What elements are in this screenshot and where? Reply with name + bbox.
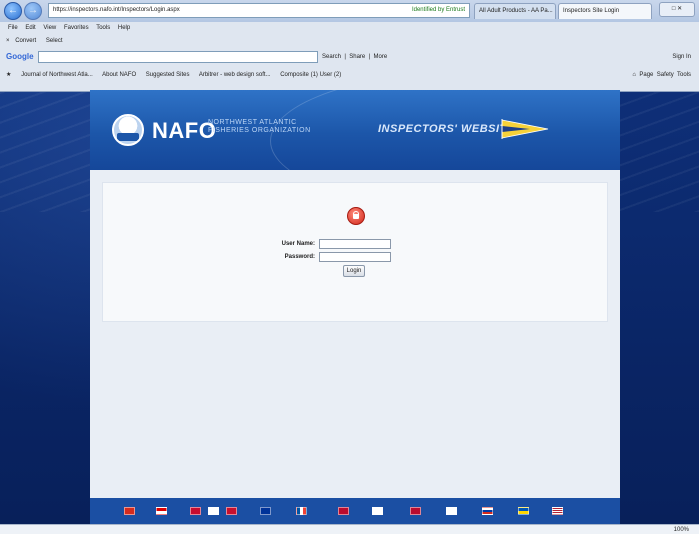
google-search-input[interactable] [38,51,318,63]
favorite-link[interactable]: Journal of Northwest Atla... [21,72,93,78]
usa-flag-icon[interactable] [552,507,563,515]
menu-favorites[interactable]: Favorites [64,25,89,31]
address-url: https://inspectors.nafo.int/Inspectors/L… [53,7,180,13]
tab-label: Inspectors Site Login [563,8,620,14]
russia-flag-icon[interactable] [482,507,493,515]
favorite-link[interactable]: Suggested Sites [146,72,190,78]
norway-flag-icon[interactable] [410,507,421,515]
google-signin-link[interactable]: Sign In [672,48,691,66]
convert-button[interactable]: Convert [15,38,36,44]
page-menu[interactable]: Page [639,72,653,78]
greenland-flag-icon[interactable] [226,507,237,515]
certificate-label[interactable]: Identified by Entrust [412,4,465,17]
home-icon[interactable]: ⌂ [632,72,636,78]
pennant-flag-icon [501,119,549,139]
tools-menu[interactable]: Tools [677,72,691,78]
zoom-level[interactable]: 100% [674,527,689,533]
browser-tabbar: ← → https://inspectors.nafo.int/Inspecto… [0,0,699,22]
google-buttons: Search | Share | More [322,54,388,60]
browser-chrome: ← → https://inspectors.nafo.int/Inspecto… [0,0,699,92]
login-button[interactable]: Login [343,265,365,277]
username-row: User Name: [269,239,429,250]
tab-label: All Adult Products - AA Pa... [479,8,553,14]
favorite-link[interactable]: About NAFO [102,72,136,78]
google-share-button[interactable]: Share [349,54,365,60]
tab-adult-products[interactable]: All Adult Products - AA Pa... [474,3,556,19]
address-bar[interactable]: https://inspectors.nafo.int/Inspectors/L… [48,3,470,18]
menu-edit[interactable]: Edit [25,25,35,31]
japan-flag-icon[interactable] [372,507,383,515]
logo-text: NAFO [152,118,217,143]
denmark-flag-icon[interactable] [190,507,201,515]
star-icon[interactable]: ★ [6,72,11,78]
flag-footer [90,498,620,524]
close-toolbar-icon[interactable]: × [6,38,10,44]
logo-subtitle-line1: NORTHWEST ATLANTIC [208,119,297,126]
password-row: Password: [269,252,429,263]
menu-help[interactable]: Help [118,25,130,31]
korea-flag-icon[interactable] [446,507,457,515]
menu-bar: File Edit View Favorites Tools Help [0,22,699,34]
menu-tools[interactable]: Tools [96,25,110,31]
nafo-logo-icon [112,114,144,146]
ukraine-flag-icon[interactable] [518,507,529,515]
google-search-button[interactable]: Search [322,54,341,60]
select-button[interactable]: Select [46,38,63,44]
faroe-flag-icon[interactable] [208,507,219,515]
window-controls[interactable]: □ ✕ [659,2,695,17]
convert-toolbar: × Convert Select [0,34,699,48]
google-toolbar: Google Search | Share | More Sign In [0,48,699,66]
cuba-flag-icon[interactable] [156,507,167,515]
password-label: Password: [284,254,315,260]
logo-subtitle: NORTHWEST ATLANTIC FISHERIES ORGANIZATIO… [208,119,311,135]
password-field[interactable] [319,252,391,262]
iceland-flag-icon[interactable] [338,507,349,515]
favorite-link[interactable]: Composite (1) User (2) [280,72,341,78]
canada-flag-icon[interactable] [124,507,135,515]
site-banner: NAFO NORTHWEST ATLANTIC FISHERIES ORGANI… [90,90,620,170]
lock-icon [347,207,365,225]
banner-title: INSPECTORS' WEBSITE [378,123,515,135]
command-bar: ⌂ Page Safety Tools [632,66,691,84]
logo-subtitle-line2: FISHERIES ORGANIZATION [208,127,311,134]
france-flag-icon[interactable] [296,507,307,515]
favorites-bar: ★ Journal of Northwest Atla... About NAF… [0,66,699,84]
site-frame: NAFO NORTHWEST ATLANTIC FISHERIES ORGANI… [90,90,620,524]
eu-flag-icon[interactable] [260,507,271,515]
back-icon[interactable]: ← [4,2,22,20]
login-panel: User Name: Password: Login [102,182,608,322]
tab-inspectors-login[interactable]: Inspectors Site Login [558,3,652,19]
google-logo: Google [6,52,34,61]
menu-file[interactable]: File [8,25,18,31]
google-more-button[interactable]: More [374,54,388,60]
username-label: User Name: [281,241,315,247]
favorite-link[interactable]: Arbitrer - web design soft... [199,72,271,78]
menu-view[interactable]: View [43,25,56,31]
status-bar: 100% [0,524,699,534]
safety-menu[interactable]: Safety [657,72,674,78]
username-field[interactable] [319,239,391,249]
forward-icon[interactable]: → [24,2,42,20]
